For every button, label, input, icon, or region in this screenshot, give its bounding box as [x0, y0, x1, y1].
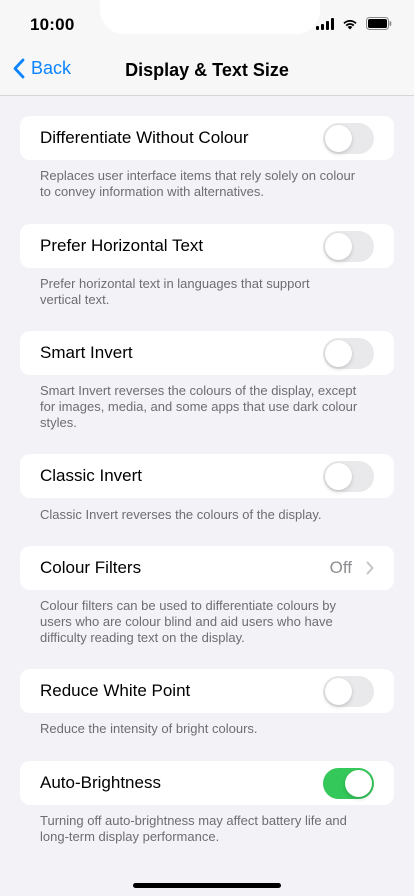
row-reduce-white-point: Reduce White Point — [20, 669, 394, 713]
row-label: Prefer Horizontal Text — [40, 236, 204, 255]
row-description: Replaces user interface items that rely … — [40, 168, 356, 199]
colour-filters-value: Off — [329, 558, 352, 577]
differentiate-without-colour-toggle[interactable] — [323, 123, 374, 154]
status-bar: 10:00 — [0, 0, 414, 48]
row-label: Classic Invert — [40, 466, 143, 485]
row-description: Classic Invert reverses the colours of t… — [40, 507, 322, 522]
row-description: Colour filters can be used to differenti… — [40, 598, 337, 645]
row-description: Turning off auto-brightness may affect b… — [40, 813, 347, 844]
row-description: Smart Invert reverses the colours of the… — [40, 383, 358, 430]
reduce-white-point-toggle[interactable] — [323, 676, 374, 707]
classic-invert-toggle[interactable] — [323, 461, 374, 492]
battery-icon — [366, 17, 392, 30]
cellular-signal-icon — [316, 17, 334, 30]
row-auto-brightness: Auto-Brightness — [20, 761, 394, 805]
prefer-horizontal-text-toggle[interactable] — [323, 231, 374, 262]
navigation-bar: Back Display & Text Size — [0, 48, 414, 96]
row-prefer-horizontal-text: Prefer Horizontal Text — [20, 224, 394, 268]
wifi-icon — [342, 18, 358, 30]
row-description: Prefer horizontal text in languages that… — [40, 276, 310, 307]
row-colour-filters[interactable]: Colour Filters Off — [20, 546, 394, 590]
notch — [100, 0, 320, 34]
row-label: Reduce White Point — [40, 681, 191, 700]
home-indicator[interactable] — [133, 883, 281, 888]
row-classic-invert: Classic Invert — [20, 454, 394, 498]
status-time: 10:00 — [30, 15, 75, 34]
row-differentiate-without-colour: Differentiate Without Colour — [20, 116, 394, 160]
row-label: Smart Invert — [40, 343, 133, 362]
status-icons — [316, 17, 392, 30]
row-smart-invert: Smart Invert — [20, 331, 394, 375]
smart-invert-toggle[interactable] — [323, 338, 374, 369]
row-description: Reduce the intensity of bright colours. — [40, 721, 258, 736]
row-label: Differentiate Without Colour — [40, 128, 249, 147]
chevron-right-icon — [366, 561, 374, 575]
page-title: Display & Text Size — [125, 60, 289, 80]
row-label: Colour Filters — [40, 558, 142, 577]
auto-brightness-toggle[interactable] — [323, 768, 374, 799]
row-label: Auto-Brightness — [40, 773, 161, 792]
